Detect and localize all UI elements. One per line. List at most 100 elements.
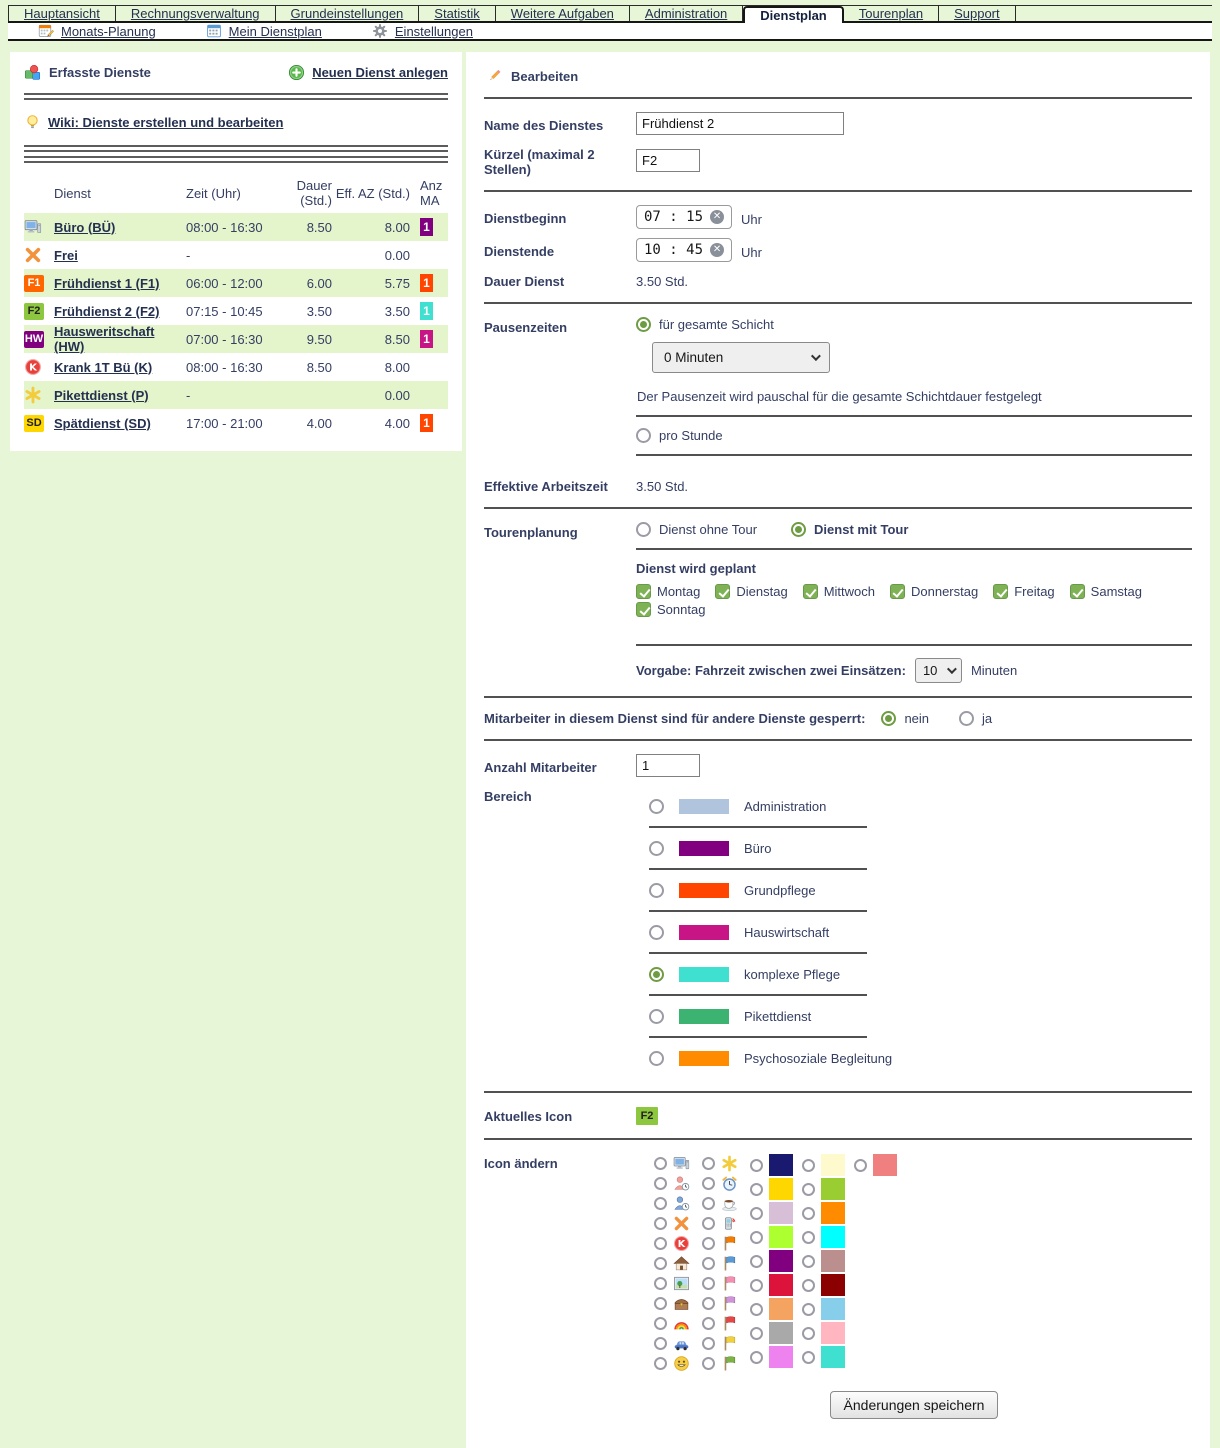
icon-option-smiley-icon[interactable] [654,1353,702,1373]
service-link-b-ro-b[interactable]: Büro (BÜ) [54,220,115,235]
icon-option-person-blue-icon[interactable] [654,1193,702,1213]
color-option-800080[interactable] [750,1249,802,1273]
radio-icon [702,1197,715,1210]
icon-option-person-pink-icon[interactable] [654,1173,702,1193]
color-swatch [679,841,729,856]
color-option-00ffff[interactable] [802,1225,854,1249]
icon-option-house-icon[interactable] [654,1253,702,1273]
bereich-option-administration[interactable]: Administration [649,793,1192,819]
bereich-option-grundpflege[interactable]: Grundpflege [649,877,1192,903]
color-option-40e0d0[interactable] [802,1345,854,1369]
icon-option-phone-icon[interactable] [702,1213,750,1233]
begin-time-input[interactable]: 07 : 15 ✕ [636,205,732,229]
service-link-fr-hdienst-1-f1[interactable]: Frühdienst 1 (F1) [54,276,159,291]
icon-option-flag-pink-icon[interactable] [702,1273,750,1293]
subnav-mein-dienstplan[interactable]: Mein Dienstplan [206,23,322,39]
tab-grundeinstellungen[interactable]: Grundeinstellungen [276,6,420,21]
icon-option-flag-red-icon[interactable] [702,1313,750,1333]
icon-option-coffee-icon[interactable] [702,1193,750,1213]
icon-option-flag-green-icon[interactable] [702,1353,750,1373]
subnav-monats-planung[interactable]: Monats-Planung [38,23,156,39]
icon-option-cross-icon[interactable] [654,1213,702,1233]
pause-schicht-radio[interactable]: für gesamte Schicht [636,317,1192,332]
pause-stunde-radio[interactable]: pro Stunde [636,428,1192,443]
service-link-hausweritschaft-hw[interactable]: Hausweritschaft (HW) [54,324,154,354]
color-option-bc8f8f[interactable] [802,1249,854,1273]
icon-option-alarm-clock-icon[interactable] [702,1173,750,1193]
icon-option-car-icon[interactable] [654,1333,702,1353]
icon-option-rainbow-icon[interactable] [654,1313,702,1333]
icon-option-k-circle-icon[interactable]: K [654,1233,702,1253]
gesperrt-ja-radio[interactable]: ja [959,711,992,726]
gesperrt-nein-radio[interactable]: nein [881,711,929,726]
color-option-8b0000[interactable] [802,1273,854,1297]
icon-option-flag-orange-icon[interactable] [702,1233,750,1253]
service-eff-az: 8.00 [332,360,410,375]
icon-option-flag-yellow-icon[interactable] [702,1333,750,1353]
service-link-sp-tdienst-sd[interactable]: Spätdienst (SD) [54,416,151,431]
tab-administration[interactable]: Administration [630,6,743,21]
kuerzel-input[interactable] [636,149,700,172]
color-option-f4a460[interactable] [750,1297,802,1321]
color-option-d8bfd8[interactable] [750,1201,802,1225]
pause-minutes-select[interactable]: 0 Minuten [652,342,830,373]
save-button[interactable]: Änderungen speichern [830,1391,999,1419]
day-checkbox-dienstag[interactable]: Dienstag [715,584,787,599]
service-eff-az: 0.00 [332,248,410,263]
day-checkbox-donnerstag[interactable]: Donnerstag [890,584,978,599]
icon-option-picture-icon[interactable] [654,1273,702,1293]
icon-option-flag-blue-icon[interactable] [702,1253,750,1273]
service-link-fr-hdienst-2-f2[interactable]: Frühdienst 2 (F2) [54,304,159,319]
bereich-option-komplexe-pflege[interactable]: komplexe Pflege [649,961,1192,987]
color-option-ff8c00[interactable] [802,1201,854,1225]
wiki-link[interactable]: Wiki: Dienste erstellen und bearbeiten [24,114,283,131]
bereich-option-b-ro[interactable]: Büro [649,835,1192,861]
color-option-191970[interactable] [750,1153,802,1177]
k-circle-icon: K [673,1235,690,1252]
service-link-krank-1t-b-k[interactable]: Krank 1T Bü (K) [54,360,152,375]
tab-tourenplan[interactable]: Tourenplan [844,6,939,21]
new-service-link[interactable]: Neuen Dienst anlegen [288,64,448,81]
bereich-option-pikettdienst[interactable]: Pikettdienst [649,1003,1192,1029]
color-option-fffacd[interactable] [802,1153,854,1177]
day-checkbox-sonntag[interactable]: Sonntag [636,602,705,617]
color-option-a9a9a9[interactable] [750,1321,802,1345]
day-checkbox-mittwoch[interactable]: Mittwoch [803,584,875,599]
day-checkbox-montag[interactable]: Montag [636,584,700,599]
color-option-f08080[interactable] [854,1153,906,1177]
color-option-dc143c[interactable] [750,1273,802,1297]
icon-option-chest-icon[interactable] [654,1293,702,1313]
end-time-input[interactable]: 10 : 45 ✕ [636,238,732,262]
color-option-adff2f[interactable] [750,1225,802,1249]
tab-rechnungsverwaltung[interactable]: Rechnungsverwaltung [116,6,276,21]
clear-time-icon[interactable]: ✕ [710,243,724,257]
clear-time-icon[interactable]: ✕ [710,210,724,224]
cross-icon [673,1215,690,1232]
tab-weitere-aufgaben[interactable]: Weitere Aufgaben [496,6,630,21]
anzahl-input[interactable] [636,754,700,777]
color-option-ee82ee[interactable] [750,1345,802,1369]
color-option-ffd700[interactable] [750,1177,802,1201]
day-checkbox-samstag[interactable]: Samstag [1070,584,1142,599]
color-swatch [821,1226,845,1248]
tour-mit-radio[interactable]: Dienst mit Tour [791,522,908,537]
service-link-frei[interactable]: Frei [54,248,78,263]
tab-dienstplan[interactable]: Dienstplan [743,6,843,23]
icon-option-flag-violet-icon[interactable] [702,1293,750,1313]
tab-hauptansicht[interactable]: Hauptansicht [8,6,116,21]
fahrzeit-select[interactable]: 10 [915,658,962,683]
icon-option-asterisk-icon[interactable] [702,1153,750,1173]
tab-statistik[interactable]: Statistik [419,6,496,21]
color-option-9acd32[interactable] [802,1177,854,1201]
subnav-einstellungen[interactable]: Einstellungen [372,23,473,39]
tour-ohne-radio[interactable]: Dienst ohne Tour [636,522,757,537]
color-option-ffb6c1[interactable] [802,1321,854,1345]
day-checkbox-freitag[interactable]: Freitag [993,584,1054,599]
bereich-option-hauswirtschaft[interactable]: Hauswirtschaft [649,919,1192,945]
tab-support[interactable]: Support [939,6,1016,21]
bereich-option-psychosoziale-begleitung[interactable]: Psychosoziale Begleitung [649,1045,1192,1071]
name-input[interactable] [636,112,844,135]
service-link-pikettdienst-p[interactable]: Pikettdienst (P) [54,388,149,403]
color-option-87ceeb[interactable] [802,1297,854,1321]
icon-option-computer-icon[interactable] [654,1153,702,1173]
